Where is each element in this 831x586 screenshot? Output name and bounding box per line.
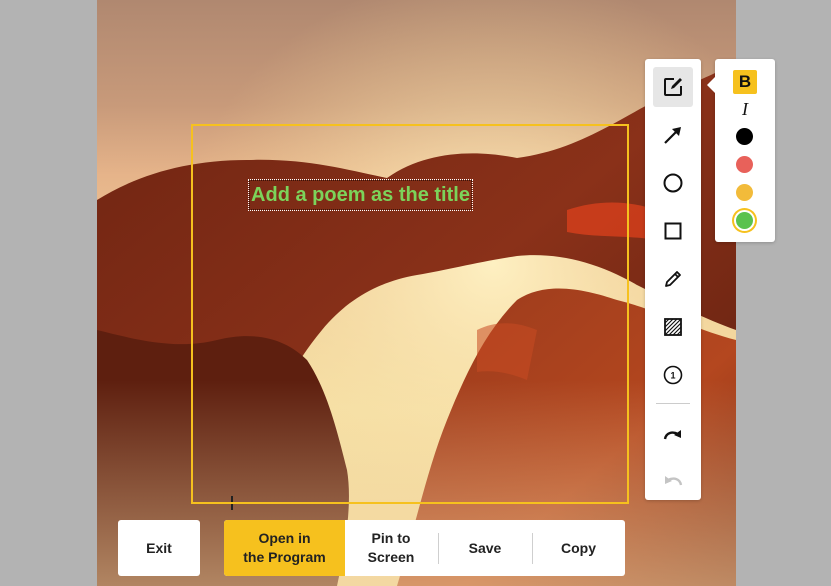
text-tool-button[interactable] <box>653 67 693 107</box>
pin-label-line2: Screen <box>367 549 415 565</box>
color-swatch-yellow[interactable] <box>736 184 753 201</box>
copy-button-label: Copy <box>561 539 596 556</box>
redo-button[interactable] <box>653 415 693 455</box>
open-in-program-button[interactable]: Open in the Program <box>224 520 345 576</box>
exit-button[interactable]: Exit <box>118 520 200 576</box>
open-in-program-label: Open in the Program <box>243 529 325 567</box>
text-annotation[interactable]: Add a poem as the title <box>248 179 473 211</box>
open-label-line1: Open in <box>258 530 311 546</box>
pin-to-screen-label: Pin to Screen <box>368 529 415 567</box>
open-label-line2: the Program <box>243 549 326 565</box>
text-style-panel: B I <box>707 59 775 242</box>
undo-button[interactable] <box>653 461 693 501</box>
save-button[interactable]: Save <box>438 520 532 576</box>
mosaic-tool-button[interactable] <box>653 307 693 347</box>
number-marker-label: 1 <box>670 371 675 381</box>
bold-toggle[interactable]: B <box>733 70 757 94</box>
pin-label-line1: Pin to <box>371 530 411 546</box>
italic-toggle[interactable]: I <box>733 97 757 121</box>
number-marker-icon: 1 <box>663 365 683 385</box>
pencil-icon <box>665 271 681 287</box>
redo-icon <box>663 430 681 440</box>
mosaic-icon <box>664 318 682 336</box>
rectangle-tool-button[interactable] <box>653 211 693 251</box>
annotation-toolbar: 1 <box>645 59 701 500</box>
toolbar-divider <box>656 403 690 404</box>
arrow-icon <box>664 127 681 144</box>
copy-button[interactable]: Copy <box>532 520 625 576</box>
text-edit-icon <box>664 78 682 96</box>
pin-to-screen-button[interactable]: Pin to Screen <box>345 520 437 576</box>
ellipse-tool-button[interactable] <box>653 163 693 203</box>
color-swatch-green[interactable] <box>736 212 753 229</box>
number-marker-tool-button[interactable]: 1 <box>653 355 693 395</box>
circle-icon <box>663 173 683 193</box>
arrow-tool-button[interactable] <box>653 115 693 155</box>
color-swatch-red[interactable] <box>736 156 753 173</box>
exit-button-label: Exit <box>146 539 172 556</box>
save-button-label: Save <box>468 539 502 556</box>
action-button-group: Open in the Program Pin to Screen Save C… <box>224 520 625 576</box>
popover-arrow <box>707 77 715 93</box>
color-swatch-black[interactable] <box>736 128 753 145</box>
square-icon <box>664 222 682 240</box>
pencil-tool-button[interactable] <box>653 259 693 299</box>
undo-icon <box>665 476 683 486</box>
